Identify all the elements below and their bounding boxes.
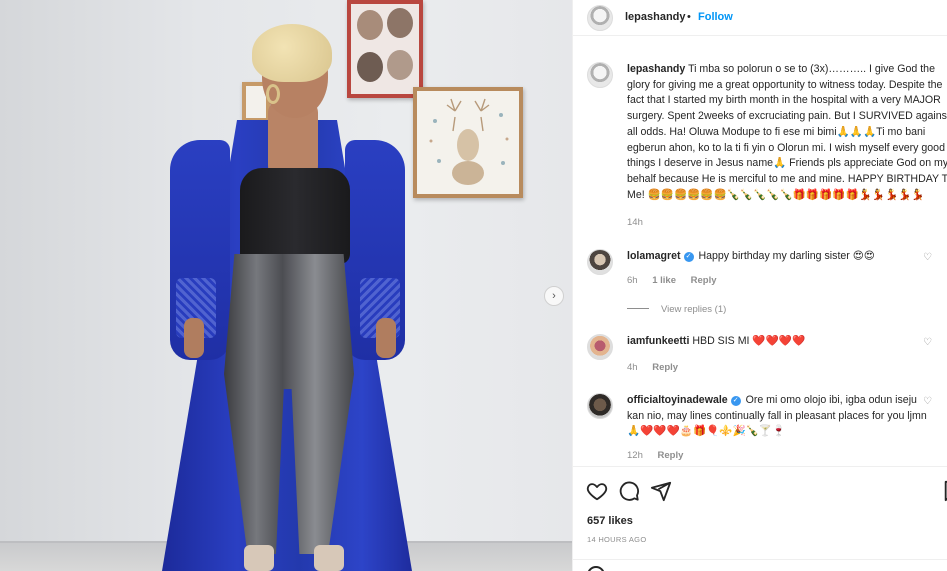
replies-dash: [627, 308, 649, 309]
comment-meta: 12h Reply: [627, 450, 695, 461]
comment-meta: 4h Reply: [627, 362, 690, 373]
comment-username[interactable]: iamfunkeetti: [627, 335, 689, 347]
reply-button[interactable]: Reply: [691, 275, 717, 286]
caption-time: 14h: [627, 217, 643, 228]
comment-meta: 6h 1 like Reply: [627, 275, 729, 286]
comment-time: 12h: [627, 450, 643, 461]
comment-username[interactable]: officialtoyinadewale: [627, 394, 728, 406]
shoe-right: [314, 545, 344, 571]
bookmark-icon[interactable]: [942, 480, 947, 502]
post-actions: 657 likes 14 HOURS AGO: [573, 466, 947, 571]
comment-likes[interactable]: 1 like: [652, 275, 676, 286]
post-photo[interactable]: ›: [0, 0, 572, 571]
emoji-icon[interactable]: [587, 566, 605, 571]
heart-icon[interactable]: [586, 480, 608, 502]
comment-text: Happy birthday my darling sister 😍😍: [698, 250, 875, 262]
chevron-right-icon: ›: [552, 290, 556, 302]
comment: lolamagret ✓ Happy birthday my darling s…: [627, 249, 927, 265]
view-replies-button[interactable]: View replies (1): [627, 304, 726, 315]
comment-time: 6h: [627, 275, 638, 286]
caption-meta: 14h: [627, 217, 655, 228]
caption-avatar[interactable]: [587, 62, 613, 88]
post-header: lepashandy • Follow: [573, 0, 947, 36]
comment-time: 4h: [627, 362, 638, 373]
comment-avatar[interactable]: [587, 393, 613, 419]
post-details-panel: lepashandy • Follow lepashandy Ti mba so…: [572, 0, 947, 571]
hand-right: [376, 318, 396, 358]
like-comment-icon[interactable]: ♡: [923, 396, 935, 408]
comment-username[interactable]: lolamagret: [627, 250, 681, 262]
add-comment-bar[interactable]: [573, 559, 947, 571]
follow-button[interactable]: Follow: [698, 11, 733, 23]
avatar[interactable]: [587, 5, 613, 31]
verified-icon: ✓: [730, 396, 741, 406]
shoe-left: [244, 545, 274, 571]
view-replies-label: View replies (1): [661, 304, 727, 315]
reply-button[interactable]: Reply: [652, 362, 678, 373]
like-comment-icon[interactable]: ♡: [923, 337, 935, 349]
comment-icon[interactable]: [618, 480, 640, 502]
caption: lepashandy Ti mba so polorun o se to (3x…: [627, 62, 947, 203]
share-icon[interactable]: [650, 480, 672, 502]
earring: [266, 84, 280, 104]
caption-username[interactable]: lepashandy: [627, 63, 685, 75]
comments-list[interactable]: lepashandy Ti mba so polorun o se to (3x…: [573, 36, 947, 466]
comment-text: HBD SIS MI ❤️❤️❤️❤️: [692, 335, 806, 347]
comment: iamfunkeetti HBD SIS MI ❤️❤️❤️❤️: [627, 334, 927, 350]
hand-left: [184, 318, 204, 358]
comment: officialtoyinadewale ✓ Ore mi omo olojo …: [627, 393, 927, 440]
caption-text: Ti mba so polorun o se to (3x)……….. I gi…: [627, 63, 947, 201]
post-time: 14 HOURS AGO: [587, 535, 647, 544]
head-wrap: [252, 24, 332, 82]
deer-art: [429, 98, 509, 185]
header-username[interactable]: lepashandy: [625, 11, 686, 23]
like-comment-icon[interactable]: ♡: [923, 252, 935, 264]
likes-count[interactable]: 657 likes: [587, 515, 633, 527]
wall-collage-frame: [347, 0, 423, 98]
wall-deer-frame: [413, 87, 523, 198]
black-top: [240, 168, 350, 264]
comment-avatar[interactable]: [587, 334, 613, 360]
reply-button[interactable]: Reply: [658, 450, 684, 461]
comment-avatar[interactable]: [587, 249, 613, 275]
next-photo-button[interactable]: ›: [544, 286, 564, 306]
separator-dot: •: [687, 11, 691, 23]
verified-icon: ✓: [683, 252, 694, 262]
